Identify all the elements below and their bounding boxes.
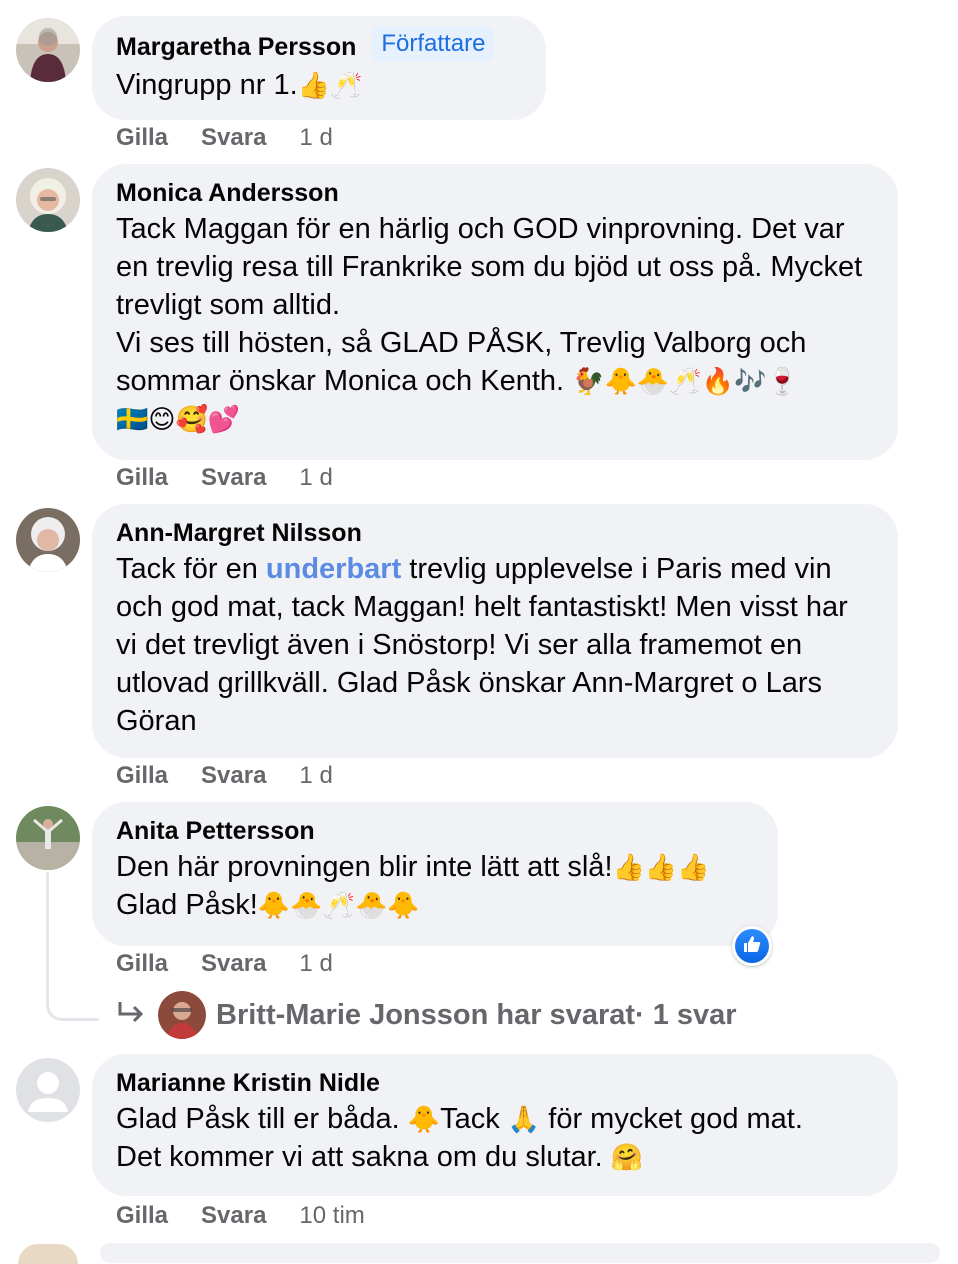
emoji: 🤗: [610, 1142, 644, 1172]
comment-bubble: Marianne Kristin Nidle Glad Påsk till er…: [92, 1054, 898, 1196]
timestamp[interactable]: 1 d: [299, 950, 332, 978]
emoji: 👍👍👍: [612, 852, 710, 882]
comment-text: Tack för en underbart trevlig upplevelse…: [116, 553, 856, 737]
timestamp[interactable]: 1 d: [299, 124, 332, 152]
reply-button[interactable]: Svara: [201, 950, 266, 978]
avatar[interactable]: [16, 806, 80, 870]
comment-author[interactable]: Monica Andersson: [116, 178, 339, 208]
comment-author[interactable]: Margaretha Persson: [116, 32, 356, 62]
comment-bubble: Margaretha Persson Författare Vingrupp nr…: [92, 16, 546, 120]
comment-actions: Gilla Svara 1 d: [116, 124, 333, 152]
comment-text: Den här provningen blir inte lätt att sl…: [116, 851, 710, 921]
comment-text: Vingrupp nr 1.👍🥂: [116, 69, 363, 101]
reply-button[interactable]: Svara: [201, 1202, 266, 1230]
timestamp[interactable]: 10 tim: [299, 1202, 364, 1230]
avatar[interactable]: [16, 508, 80, 572]
thumbs-up-icon: [742, 934, 762, 959]
like-button[interactable]: Gilla: [116, 950, 168, 978]
emoji: 👍🥂: [297, 70, 363, 100]
emoji: 🐥: [407, 1104, 441, 1134]
comment-text: Tack Maggan för en härlig och GOD vinpro…: [116, 213, 863, 434]
like-button[interactable]: Gilla: [116, 762, 168, 790]
like-button[interactable]: Gilla: [116, 124, 168, 152]
comment-actions: Gilla Svara 1 d: [116, 464, 333, 492]
reply-summary-text[interactable]: Britt-Marie Jonsson har svarat: [216, 999, 635, 1032]
emoji: 🙏: [507, 1104, 541, 1134]
reply-arrow-icon: [116, 998, 146, 1032]
comment-actions: Gilla Svara 10 tim: [116, 1202, 365, 1230]
like-button[interactable]: Gilla: [116, 1202, 168, 1230]
avatar[interactable]: [18, 1244, 78, 1264]
like-button[interactable]: Gilla: [116, 464, 168, 492]
reply-button[interactable]: Svara: [201, 464, 266, 492]
comment-actions: Gilla Svara 1 d: [116, 950, 333, 978]
reply-count[interactable]: · 1 svar: [635, 999, 737, 1032]
comment-bubble: [100, 1243, 940, 1263]
avatar[interactable]: [16, 1058, 80, 1122]
comment-author[interactable]: Marianne Kristin Nidle: [116, 1068, 380, 1098]
timestamp[interactable]: 1 d: [299, 464, 332, 492]
timestamp[interactable]: 1 d: [299, 762, 332, 790]
like-reaction-badge[interactable]: [732, 926, 772, 966]
comment-author[interactable]: Anita Pettersson: [116, 816, 315, 846]
comment-text: Glad Påsk till er båda. 🐥Tack 🙏 för myck…: [116, 1103, 803, 1173]
comment-bubble: Ann-Margret Nilsson Tack för en underbar…: [92, 504, 898, 758]
replier-avatar: [158, 991, 206, 1039]
avatar[interactable]: [16, 18, 80, 82]
reply-button[interactable]: Svara: [201, 762, 266, 790]
mention-link[interactable]: underbart: [266, 553, 401, 585]
emoji: 🐥🐣🥂🐣🐥: [257, 890, 420, 920]
comment-actions: Gilla Svara 1 d: [116, 762, 333, 790]
reply-button[interactable]: Svara: [201, 124, 266, 152]
avatar[interactable]: [16, 168, 80, 232]
author-badge: Författare: [372, 26, 495, 62]
comment-author[interactable]: Ann-Margret Nilsson: [116, 518, 362, 548]
comment-bubble: Monica Andersson Tack Maggan för en härl…: [92, 164, 898, 460]
comment-bubble: Anita Pettersson Den här provningen blir…: [92, 802, 778, 946]
view-replies-link[interactable]: Britt-Marie Jonsson har svarat · 1 svar: [116, 990, 737, 1040]
